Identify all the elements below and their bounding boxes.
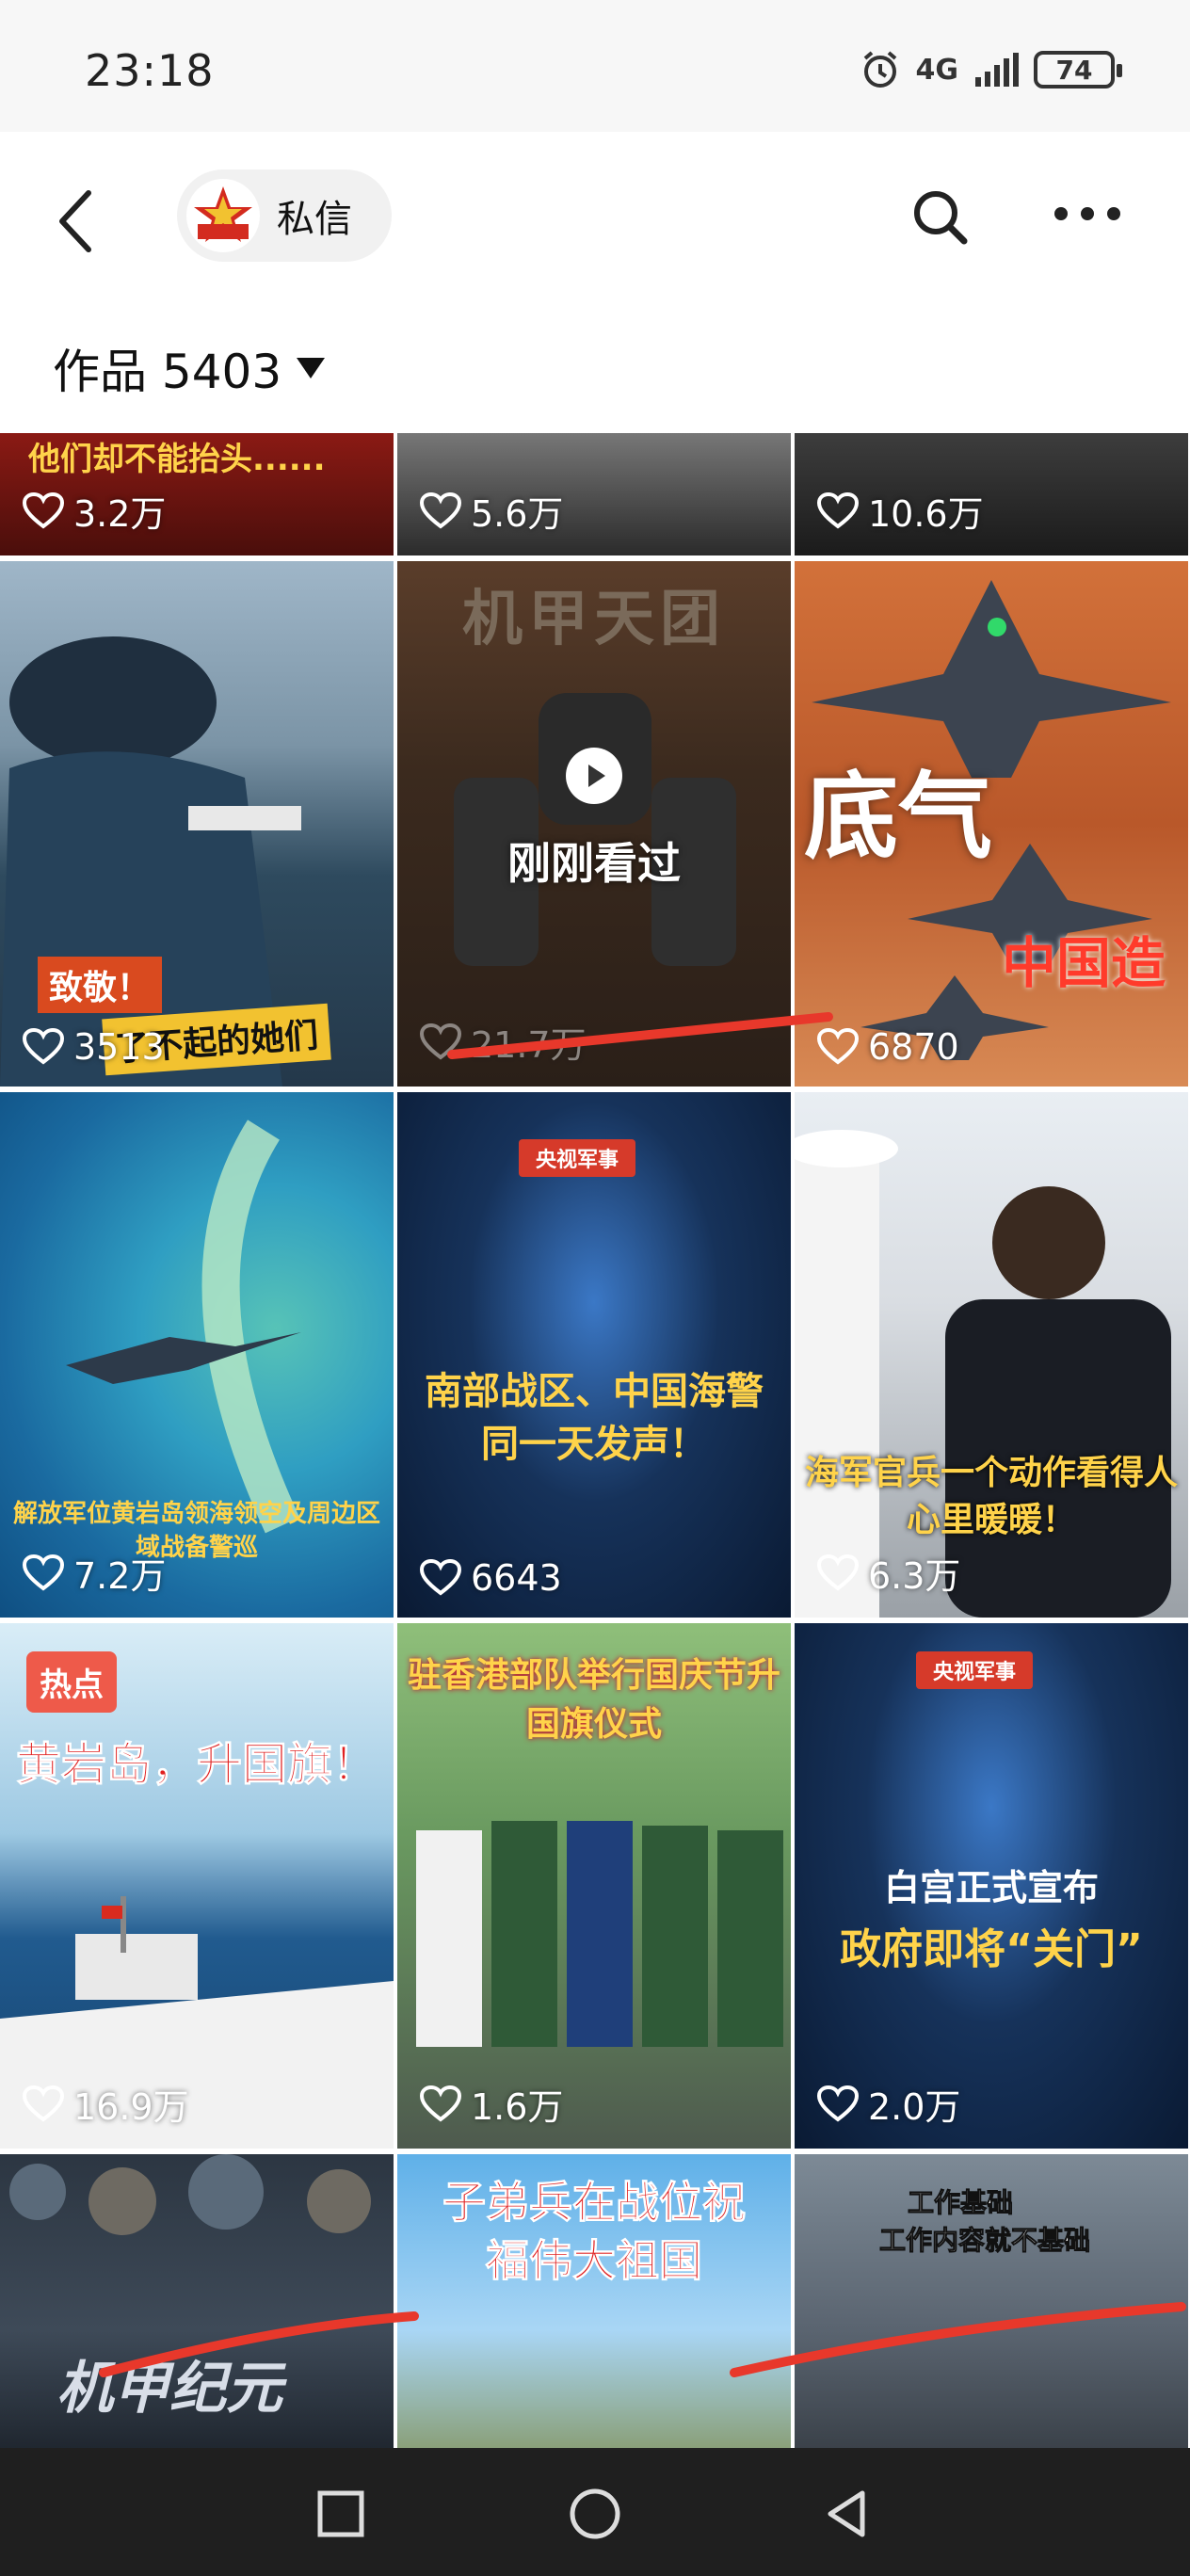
heart-icon <box>817 1028 859 1065</box>
status-bar: 23:18 4G 74 <box>0 0 1190 132</box>
video-tile[interactable]: 央视军事 白宫正式宣布 政府即将“关门” 2.0万 <box>795 1623 1188 2149</box>
tile-likes: 6870 <box>817 1026 959 1068</box>
tile-likes: 7.2万 <box>23 1547 166 1599</box>
battery-icon: 74 <box>1034 51 1122 89</box>
avatar <box>186 179 260 252</box>
tile-likes: 16.9万 <box>23 2078 189 2130</box>
tile-caption: 他们却不能抬头...... <box>28 441 326 478</box>
tile-likes: 6.3万 <box>817 1547 960 1599</box>
video-tile[interactable]: 机甲纪元 <box>0 2154 394 2448</box>
tile-caption: 黄岩岛，升国旗！ <box>15 1738 378 1792</box>
play-icon[interactable] <box>564 746 624 806</box>
likes-count: 3513 <box>73 1026 165 1068</box>
likes-count: 5.6万 <box>471 493 564 535</box>
heart-icon <box>420 1022 461 1060</box>
tile-likes: 21.7万 <box>420 1016 587 1068</box>
more-options-icon[interactable] <box>1054 207 1120 220</box>
heart-icon <box>420 491 461 529</box>
likes-count: 2.0万 <box>868 2086 961 2128</box>
back-icon[interactable] <box>47 184 104 259</box>
tile-caption: 海军官兵一个动作看得人心里暖暖！ <box>804 1454 1178 1539</box>
heart-icon <box>420 1559 461 1596</box>
tile-caption: 机甲纪元 <box>56 2356 282 2422</box>
status-icons: 4G 74 <box>860 49 1122 90</box>
tile-caption-a: 底气 <box>804 762 992 872</box>
video-tile[interactable]: 央视军事 南部战区、中国海警同一天发声！ 6643 <box>397 1092 791 1618</box>
video-tile[interactable]: 致敬！ 了不起的她们 3513 <box>0 561 394 1087</box>
tile-likes: 1.6万 <box>420 2078 563 2130</box>
battery-level: 74 <box>1055 54 1093 86</box>
tile-caption-b: 工作内容就不基础 <box>878 2225 1091 2257</box>
tile-likes: 5.6万 <box>420 485 563 537</box>
tile-likes: 6643 <box>420 1557 562 1599</box>
dropdown-caret-icon <box>297 358 326 378</box>
signal-icon <box>975 53 1019 87</box>
home-icon[interactable] <box>567 2486 623 2542</box>
video-tile[interactable]: 底气 中国造 6870 <box>795 561 1188 1087</box>
works-count-label: 作品 5403 <box>53 345 282 399</box>
heart-icon <box>817 491 859 529</box>
video-tile[interactable]: 10.6万 <box>795 433 1188 555</box>
cctv-military-logo-icon <box>194 186 252 242</box>
video-tile[interactable]: 他们却不能抬头...... 3.2万 <box>0 433 394 555</box>
message-chip[interactable]: 私信 <box>177 169 392 262</box>
tile-caption: 南部战区、中国海警同一天发声！ <box>425 1370 764 1466</box>
video-tile[interactable]: 海军官兵一个动作看得人心里暖暖！ 6.3万 <box>795 1092 1188 1618</box>
likes-count: 6870 <box>868 1026 959 1068</box>
likes-count: 21.7万 <box>471 1024 587 1066</box>
message-chip-label: 私信 <box>277 198 352 241</box>
likes-count: 6.3万 <box>868 1555 961 1597</box>
search-icon[interactable] <box>904 181 979 256</box>
tile-likes: 3513 <box>23 1026 165 1068</box>
likes-count: 1.6万 <box>471 2086 564 2128</box>
likes-count: 7.2万 <box>73 1555 167 1597</box>
tile-caption-b: 政府即将“关门” <box>840 1925 1143 1973</box>
heart-icon <box>23 1028 64 1065</box>
tile-caption-a: 致敬！ <box>38 957 163 1013</box>
video-grid: 他们却不能抬头...... 3.2万 5.6万 10.6万 致敬！ 了不起的她们… <box>0 433 1190 2448</box>
heart-icon <box>817 2085 859 2122</box>
network-type: 4G <box>915 53 959 87</box>
heart-icon <box>817 1554 859 1591</box>
heart-icon <box>23 2085 64 2122</box>
video-tile[interactable]: 工作基础 工作内容就不基础 <box>795 2154 1188 2448</box>
alarm-icon <box>863 51 896 88</box>
tile-likes: 3.2万 <box>23 485 166 537</box>
likes-count: 6643 <box>471 1557 562 1599</box>
tile-likes: 10.6万 <box>817 485 984 537</box>
cctv-military-badge: 央视军事 <box>916 1651 1034 1689</box>
status-time: 23:18 <box>85 45 215 96</box>
tile-caption-a: 工作基础 <box>907 2187 1014 2219</box>
recently-watched-label: 刚刚看过 <box>507 838 681 889</box>
cctv-military-badge: 央视军事 <box>519 1139 636 1177</box>
heart-icon <box>23 491 64 529</box>
video-tile[interactable]: 机甲天团 刚刚看过 21.7万 <box>397 561 791 1087</box>
tile-caption: 驻香港部队举行国庆节升国旗仪式 <box>407 1656 780 1744</box>
profile-header: 私信 <box>0 132 1190 301</box>
likes-count: 3.2万 <box>73 493 167 535</box>
heart-icon <box>23 1554 64 1591</box>
likes-count: 16.9万 <box>73 2086 189 2128</box>
video-tile[interactable]: 子弟兵在战位祝福伟大祖国 <box>397 2154 791 2448</box>
video-tile[interactable]: 热点 黄岩岛，升国旗！ 16.9万 <box>0 1623 394 2149</box>
tile-caption-a: 白宫正式宣布 <box>883 1867 1099 1908</box>
likes-count: 10.6万 <box>868 493 984 535</box>
video-tile[interactable]: 5.6万 <box>397 433 791 555</box>
recent-apps-icon[interactable] <box>313 2486 369 2542</box>
nav-back-icon[interactable] <box>819 2486 876 2542</box>
tile-caption-b: 中国造 <box>1002 931 1166 995</box>
tile-caption: 子弟兵在战位祝福伟大祖国 <box>442 2177 747 2287</box>
heart-icon <box>420 2085 461 2122</box>
system-nav-bar <box>0 2448 1190 2576</box>
video-tile[interactable]: 解放军位黄岩岛领海领空及周边区域战备警巡 7.2万 <box>0 1092 394 1618</box>
works-filter[interactable]: 作品 5403 <box>53 334 326 402</box>
tile-title: 机甲天团 <box>462 585 726 654</box>
hot-tag[interactable]: 热点 <box>26 1651 117 1713</box>
tile-likes: 2.0万 <box>817 2078 960 2130</box>
video-tile[interactable]: 驻香港部队举行国庆节升国旗仪式 1.6万 <box>397 1623 791 2149</box>
